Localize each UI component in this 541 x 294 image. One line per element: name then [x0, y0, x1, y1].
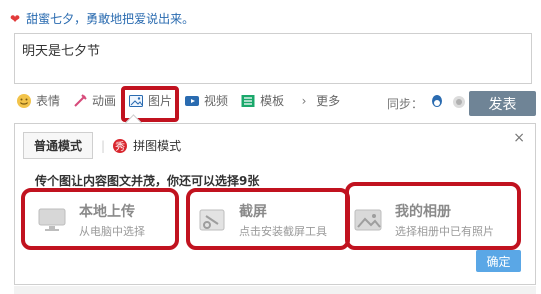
toolbar-template-label: 模板 [260, 94, 285, 108]
more-icon: › [301, 93, 307, 108]
close-icon[interactable]: × [513, 130, 525, 146]
highlight-screenshot [186, 188, 350, 250]
publish-button[interactable]: 发表 [469, 91, 536, 116]
tab-normal-mode[interactable]: 普通模式 [23, 132, 94, 159]
toolbar-video[interactable]: 视频 [184, 92, 228, 109]
weibo-sync-icon[interactable] [451, 94, 467, 113]
prompt-line[interactable]: ❤ 甜蜜七夕，勇敢地把爱说出来。 [10, 10, 194, 27]
sync-label: 同步： [387, 97, 424, 111]
emoji-icon [16, 93, 32, 109]
tab-collage-label: 拼图模式 [133, 139, 182, 153]
toolbar-more[interactable]: › 更多 [296, 92, 340, 109]
video-icon [184, 93, 200, 109]
toolbar-animation-label: 动画 [92, 94, 117, 108]
panel-tabs: 普通模式 | 秀 拼图模式 [23, 132, 181, 159]
prompt-text[interactable]: 甜蜜七夕，勇敢地把爱说出来。 [26, 10, 194, 27]
toolbar-animation[interactable]: 动画 [72, 92, 116, 109]
toolbar-emoji[interactable]: 表情 [16, 92, 60, 109]
toolbar-video-label: 视频 [204, 94, 229, 108]
qq-sync-icon[interactable] [429, 94, 445, 113]
panel-info-text: 传个图让内容图文并茂，你还可以选择9张 [35, 174, 260, 188]
confirm-button[interactable]: 确定 [476, 250, 521, 272]
toolbar-more-label: 更多 [316, 94, 341, 108]
tab-collage-mode[interactable]: 秀 拼图模式 [113, 137, 181, 154]
composer-toolbar: 表情 动画 图片 视频 模板 › 更多 [16, 92, 352, 109]
highlight-local-upload [21, 188, 179, 250]
post-textarea[interactable]: 明天是七夕节 [14, 33, 532, 84]
heart-icon: ❤ [10, 11, 21, 26]
collage-badge-icon: 秀 [113, 138, 128, 153]
toolbar-emoji-label: 表情 [36, 94, 61, 108]
template-icon [240, 93, 256, 109]
highlight-my-album [345, 182, 521, 250]
bottom-strip [14, 286, 536, 294]
tab-separator: | [101, 138, 106, 153]
toolbar-template[interactable]: 模板 [240, 92, 284, 109]
post-text: 明天是七夕节 [22, 44, 101, 59]
sync-section: 同步： [387, 94, 467, 113]
animation-icon [72, 93, 88, 109]
